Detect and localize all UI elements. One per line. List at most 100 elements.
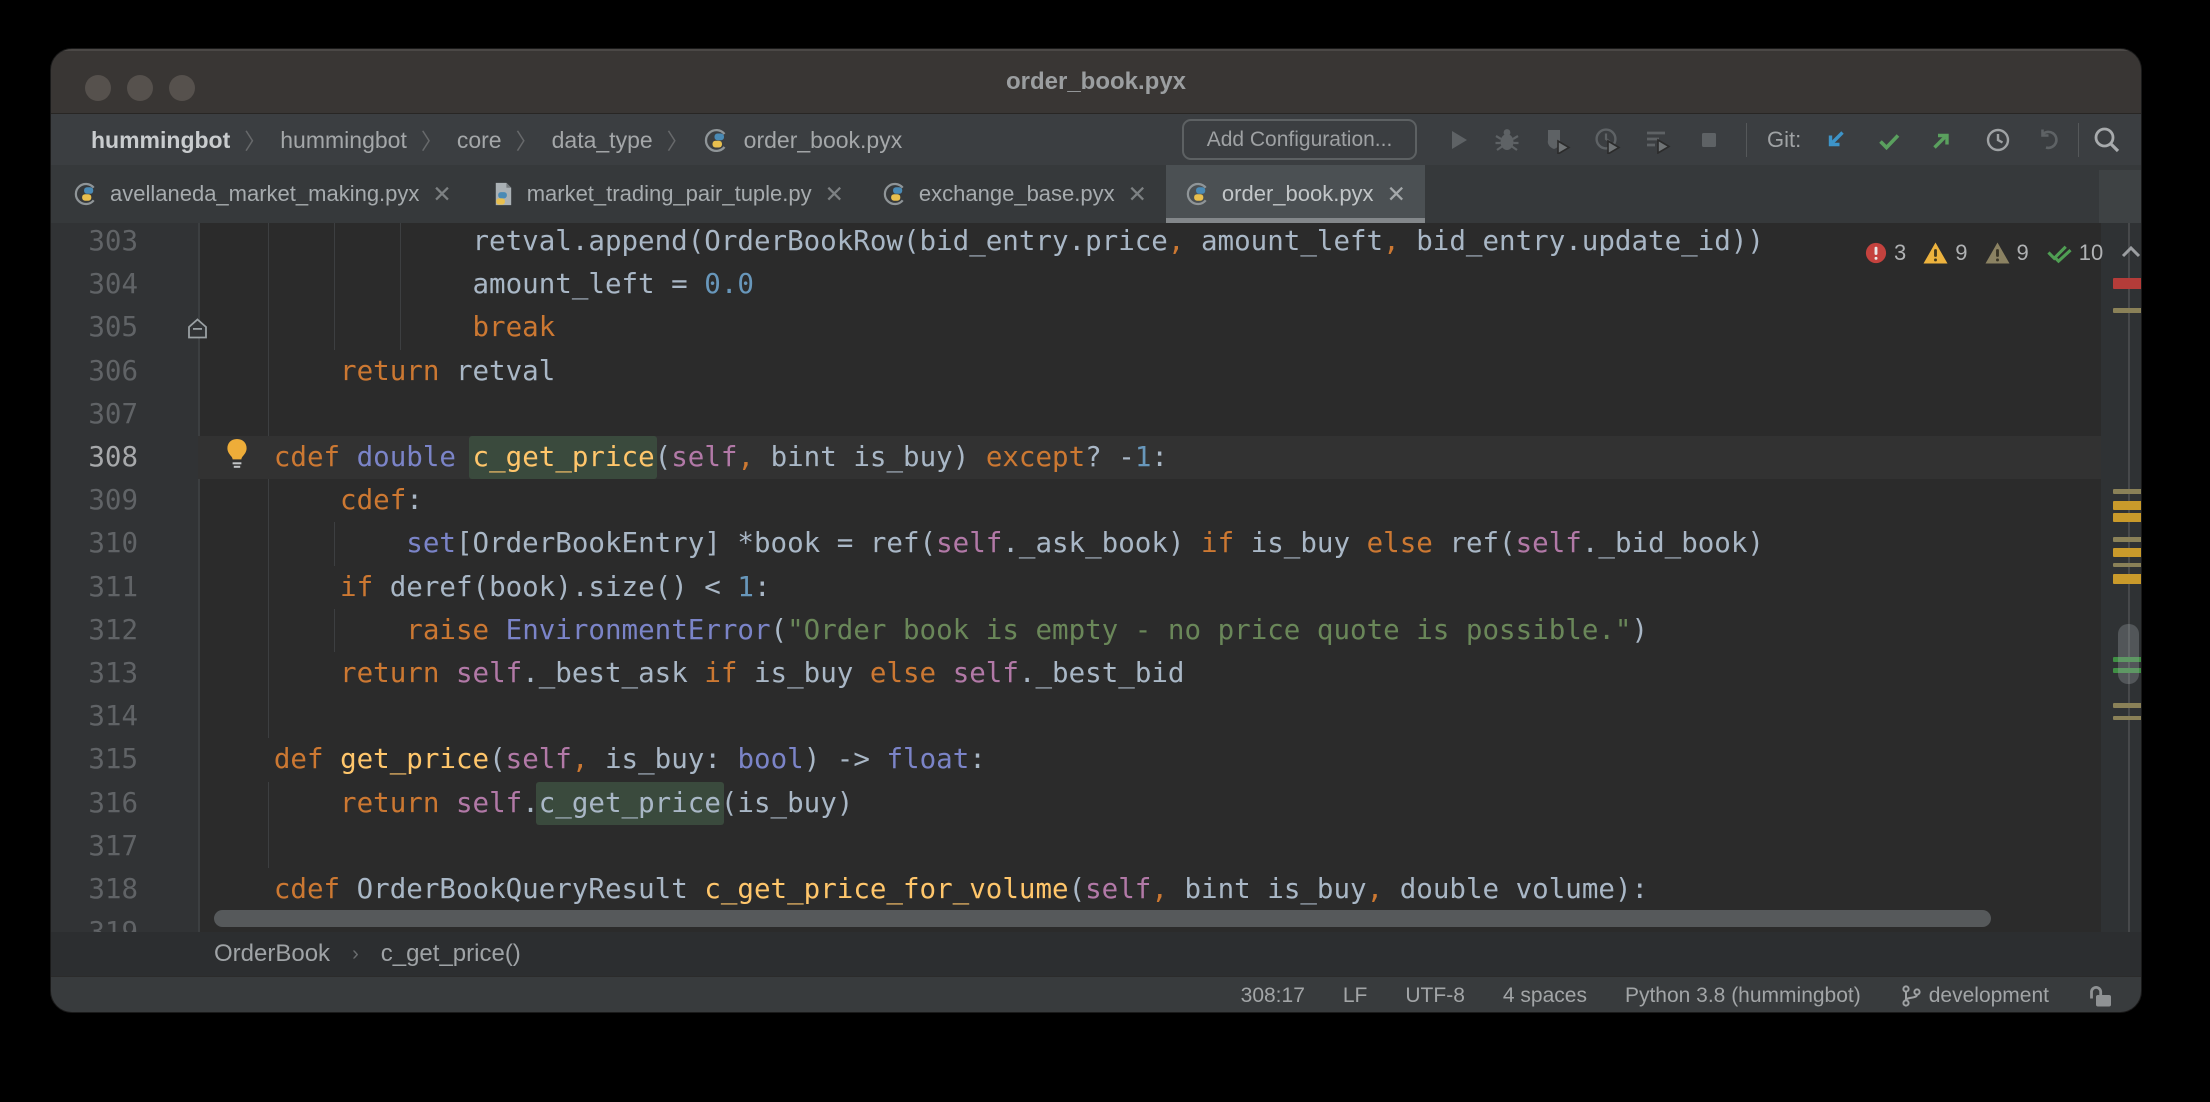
- run-icon[interactable]: [1444, 126, 1472, 154]
- line-number: 308: [51, 436, 138, 479]
- line-number: 304: [51, 263, 138, 306]
- tab-exchange-base[interactable]: exchange_base.pyx ✕: [863, 165, 1166, 223]
- breadcrumb-method[interactable]: c_get_price(): [381, 940, 521, 968]
- close-icon[interactable]: ✕: [432, 181, 451, 208]
- add-configuration-button[interactable]: Add Configuration...: [1182, 119, 1417, 160]
- tab-label: order_book.pyx: [1222, 181, 1374, 207]
- code-line: 315 def get_price(self, is_buy: bool) ->…: [51, 738, 2141, 782]
- breadcrumb-class[interactable]: OrderBook: [214, 940, 330, 968]
- code-editor[interactable]: 303 retval.append(OrderBookRow(bid_entry…: [51, 223, 2141, 932]
- breadcrumb: hummingbot 〉 hummingbot 〉 core 〉 data_ty…: [91, 114, 902, 166]
- line-separator[interactable]: LF: [1343, 984, 1368, 1008]
- tab-avellaneda-market-making[interactable]: avellaneda_market_making.pyx ✕: [54, 165, 471, 223]
- line-number: 313: [51, 652, 138, 695]
- git-branch-name: development: [1929, 984, 2049, 1008]
- cython-file-icon: [882, 181, 908, 207]
- code-line: 303 retval.append(OrderBookRow(bid_entry…: [51, 223, 2141, 264]
- weak-stripe-mark[interactable]: [2113, 563, 2141, 567]
- line-number: 305: [51, 306, 138, 349]
- line-number: 312: [51, 609, 138, 652]
- chevron-right-icon: ›: [352, 943, 359, 966]
- warning-stripe-mark[interactable]: [2113, 548, 2141, 557]
- breadcrumb-project[interactable]: hummingbot: [91, 127, 230, 154]
- code-line: 317: [51, 825, 2141, 869]
- line-number: 309: [51, 479, 138, 522]
- toolbar-separator: [1746, 123, 1747, 157]
- bottom-breadcrumb-bar: OrderBook › c_get_price(): [51, 932, 2141, 976]
- warning-stripe-mark[interactable]: [2113, 513, 2141, 522]
- search-everywhere-icon[interactable]: [2091, 124, 2119, 152]
- warning-stripe-mark[interactable]: [2113, 501, 2141, 510]
- weak-stripe-mark[interactable]: [2113, 308, 2141, 313]
- git-commit-icon[interactable]: [1875, 126, 1903, 154]
- close-icon[interactable]: ✕: [1387, 181, 1406, 208]
- weak-stripe-mark[interactable]: [2113, 537, 2141, 542]
- warning-stripe-mark[interactable]: [2113, 574, 2141, 584]
- vertical-scrollbar-thumb[interactable]: [2118, 624, 2139, 684]
- caret-position[interactable]: 308:17: [1241, 984, 1305, 1008]
- close-icon[interactable]: ✕: [825, 181, 844, 208]
- profiler-icon[interactable]: [1593, 126, 1621, 154]
- editor-tab-bar: avellaneda_market_making.pyx ✕ market_tr…: [51, 165, 2141, 223]
- error-count: 3: [1894, 240, 1906, 266]
- code-line: 316 return self.c_get_price(is_buy): [51, 782, 2141, 826]
- line-number: 317: [51, 825, 138, 868]
- breadcrumb-folder[interactable]: hummingbot: [280, 127, 407, 154]
- ok-checks-icon: [2045, 241, 2073, 265]
- tab-order-book[interactable]: order_book.pyx ✕: [1166, 165, 1425, 223]
- code-line: 306 return retval: [51, 350, 2141, 394]
- inspections-widget[interactable]: 3 9 9 10: [1864, 239, 2141, 267]
- error-icon: [1864, 241, 1888, 265]
- toolbar-separator: [2078, 123, 2079, 157]
- git-branch-widget[interactable]: development: [1899, 983, 2049, 1009]
- code-line: 307: [51, 393, 2141, 437]
- rollback-icon[interactable]: [2036, 126, 2064, 154]
- unlocked-icon[interactable]: [2087, 983, 2113, 1009]
- debug-icon[interactable]: [1493, 126, 1521, 154]
- tab-market-trading-pair-tuple[interactable]: market_trading_pair_tuple.py ✕: [471, 165, 863, 223]
- git-label: Git:: [1767, 114, 1801, 166]
- git-push-icon[interactable]: [1928, 126, 1956, 154]
- status-bar: 308:17 LF UTF-8 4 spaces Python 3.8 (hum…: [51, 976, 2141, 1013]
- line-number: 303: [51, 223, 138, 263]
- code-line: 304 amount_left = 0.0: [51, 263, 2141, 307]
- code-line: 318 cdef OrderBookQueryResult c_get_pric…: [51, 868, 2141, 912]
- line-number: 319: [51, 911, 138, 932]
- error-stripe-mark[interactable]: [2113, 278, 2141, 289]
- code-line: 313 return self._best_ask if is_buy else…: [51, 652, 2141, 696]
- navigation-bar: hummingbot 〉 hummingbot 〉 core 〉 data_ty…: [51, 113, 2141, 165]
- weak-stripe-mark[interactable]: [2113, 489, 2141, 494]
- line-number: 310: [51, 522, 138, 565]
- python-interpreter[interactable]: Python 3.8 (hummingbot): [1625, 984, 1861, 1008]
- horizontal-scrollbar-thumb[interactable]: [214, 910, 1991, 927]
- ok-count: 10: [2079, 240, 2103, 266]
- warning-icon: [1922, 241, 1949, 265]
- breadcrumb-folder[interactable]: data_type: [552, 127, 653, 154]
- bookmark-icon[interactable]: [186, 317, 209, 340]
- intention-lightbulb-icon[interactable]: [224, 438, 250, 469]
- file-encoding[interactable]: UTF-8: [1405, 984, 1465, 1008]
- code-line: 314: [51, 695, 2141, 739]
- git-branch-icon: [1899, 983, 1923, 1009]
- run-configurations-icon[interactable]: [1643, 126, 1671, 154]
- weak-stripe-mark[interactable]: [2113, 703, 2141, 708]
- chevron-right-icon: 〉: [421, 124, 443, 156]
- line-number: 318: [51, 868, 138, 911]
- run-with-coverage-icon[interactable]: [1543, 126, 1571, 154]
- breadcrumb-folder[interactable]: core: [457, 127, 502, 154]
- breadcrumb-file[interactable]: order_book.pyx: [744, 127, 903, 154]
- close-icon[interactable]: ✕: [1128, 181, 1147, 208]
- error-stripe[interactable]: [2101, 223, 2141, 932]
- stop-icon[interactable]: [1695, 126, 1723, 154]
- prev-problem-icon[interactable]: [2119, 241, 2141, 265]
- weak-stripe-mark[interactable]: [2113, 716, 2141, 720]
- line-number: 316: [51, 782, 138, 825]
- code-line: 309 cdef:: [51, 479, 2141, 523]
- git-update-icon[interactable]: [1821, 126, 1849, 154]
- scrollbar-corner: [2099, 170, 2141, 223]
- line-number: 307: [51, 393, 138, 436]
- warning-count: 9: [1955, 240, 1967, 266]
- local-history-icon[interactable]: [1984, 126, 2012, 154]
- indent-style[interactable]: 4 spaces: [1503, 984, 1587, 1008]
- code-line: 312 raise EnvironmentError("Order book i…: [51, 609, 2141, 653]
